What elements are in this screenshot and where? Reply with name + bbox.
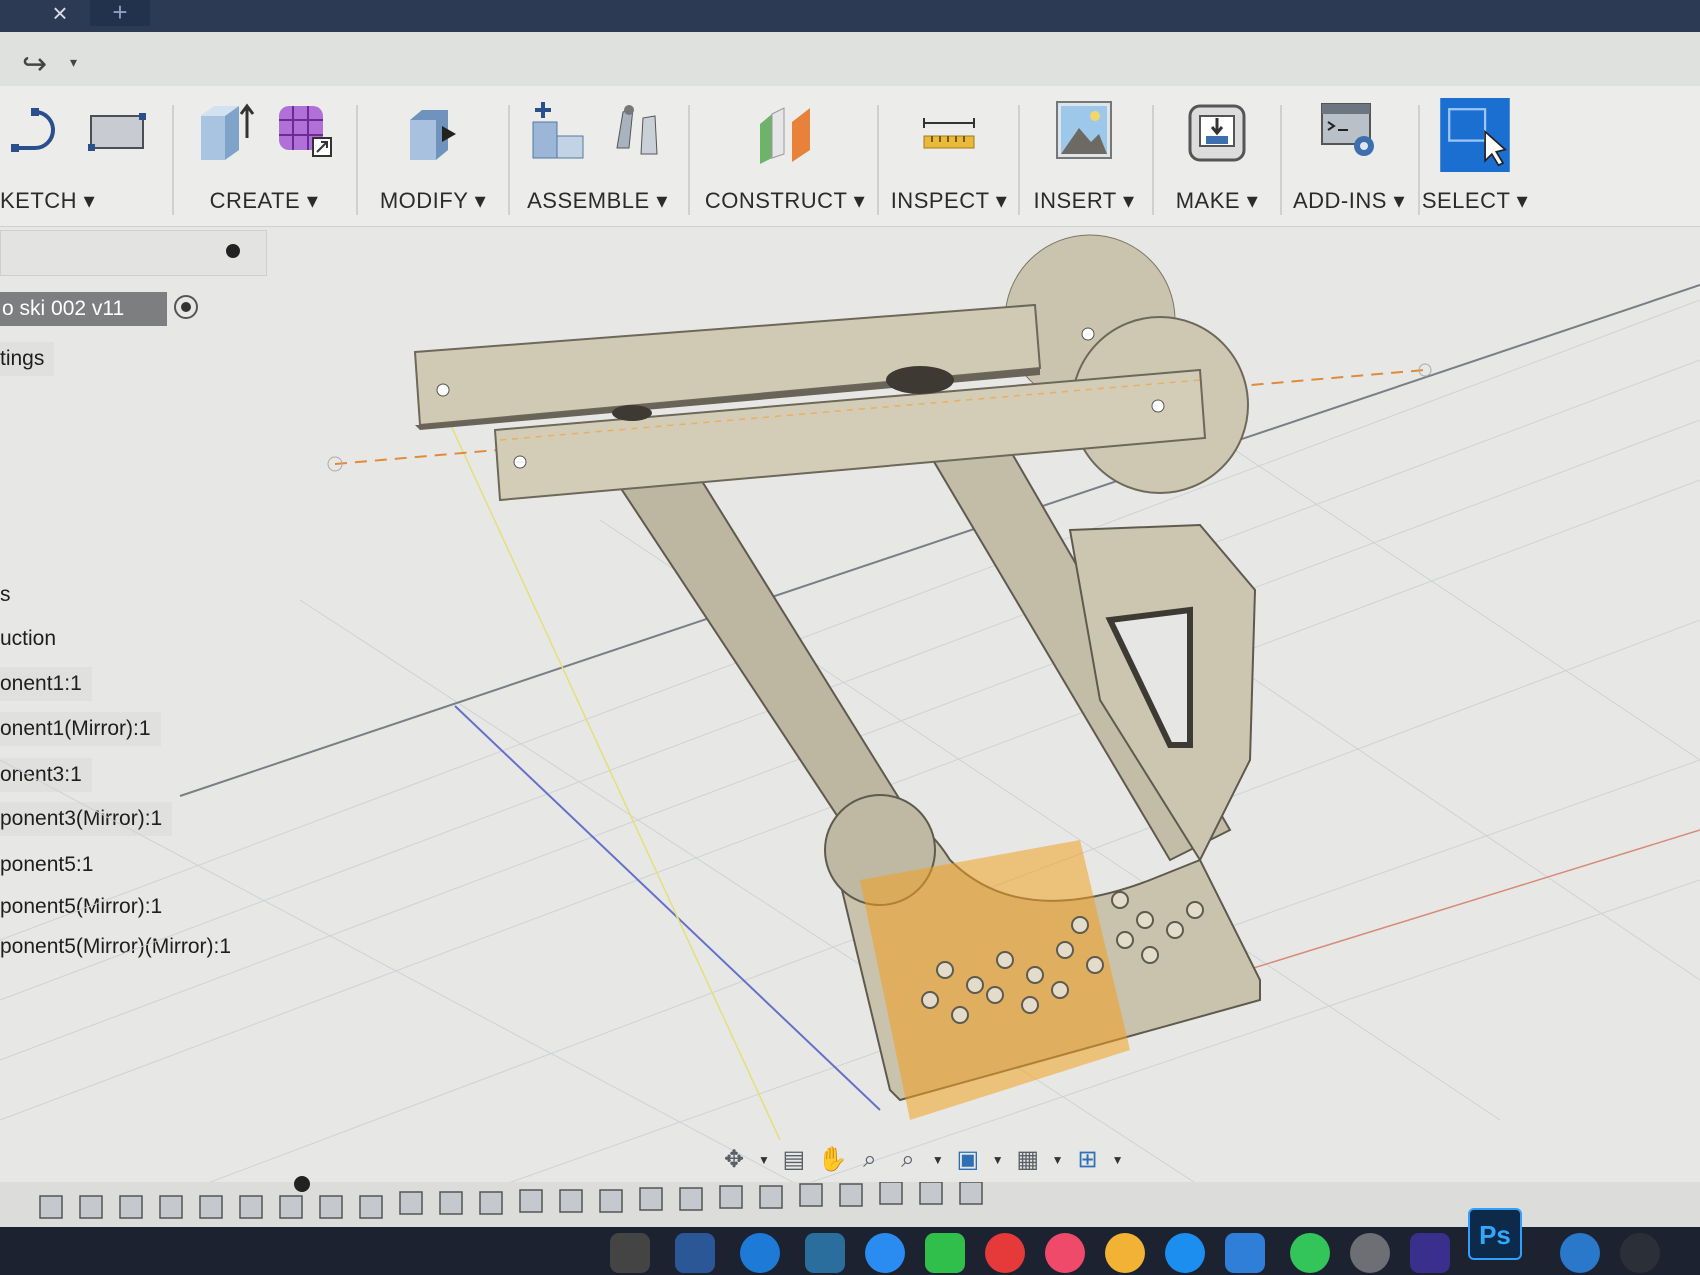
sketch-label: KETCH ▾ bbox=[0, 188, 96, 213]
select-label: SELECT ▾ bbox=[1421, 188, 1529, 213]
zoom-window-icon[interactable]: ⌕ bbox=[894, 1146, 922, 1174]
press-pull-icon[interactable] bbox=[402, 98, 464, 164]
3d-print-icon[interactable] bbox=[1186, 98, 1248, 164]
toolbar-divider bbox=[1018, 105, 1020, 215]
timeline-toggle-icon[interactable] bbox=[294, 1176, 310, 1192]
imovie-icon[interactable] bbox=[805, 1233, 845, 1273]
rectangle-sketch-icon[interactable] bbox=[87, 98, 149, 164]
3d-viewport[interactable] bbox=[0, 226, 1700, 1186]
news-icon[interactable] bbox=[985, 1233, 1025, 1273]
grid-dropdown-icon[interactable]: ▼ bbox=[1052, 1153, 1064, 1167]
timeline[interactable] bbox=[0, 1181, 1700, 1227]
new-tab-icon[interactable]: + bbox=[90, 0, 150, 26]
toolbar-divider bbox=[1152, 105, 1154, 215]
keynote-icon[interactable] bbox=[1225, 1233, 1265, 1273]
photos-icon[interactable] bbox=[1105, 1233, 1145, 1273]
timeline-features[interactable] bbox=[0, 1181, 1700, 1227]
lifter-model[interactable] bbox=[413, 234, 1261, 1120]
whatsapp-icon[interactable] bbox=[1290, 1233, 1330, 1273]
form-cage-icon[interactable] bbox=[273, 98, 335, 164]
modify-group[interactable]: MODIFY ▾ bbox=[364, 90, 502, 225]
toolbar-divider bbox=[356, 105, 358, 215]
redo-icon[interactable]: ↪ bbox=[22, 50, 62, 80]
display-dropdown-icon[interactable]: ▼ bbox=[992, 1153, 1004, 1167]
insert-label: INSERT ▾ bbox=[1033, 188, 1135, 213]
orbit-dropdown-icon[interactable]: ▼ bbox=[758, 1153, 770, 1167]
display-settings-icon[interactable]: ▣ bbox=[954, 1146, 982, 1174]
measure-icon[interactable] bbox=[918, 98, 980, 164]
finder-icon[interactable] bbox=[610, 1233, 650, 1273]
modify-label: MODIFY ▾ bbox=[379, 188, 487, 213]
toolbar-divider bbox=[877, 105, 879, 215]
assemble-label: ASSEMBLE ▾ bbox=[527, 188, 668, 213]
quicktime-icon[interactable] bbox=[1620, 1233, 1660, 1273]
inspect-group[interactable]: INSPECT ▾ bbox=[884, 90, 1014, 225]
close-tab-icon[interactable]: × bbox=[45, 0, 75, 26]
sketch-group[interactable]: KETCH ▾ bbox=[0, 90, 155, 225]
construct-group[interactable]: CONSTRUCT ▾ bbox=[700, 90, 870, 225]
toolbar-divider bbox=[172, 105, 174, 215]
system-preferences-icon[interactable] bbox=[1350, 1233, 1390, 1273]
viewports-dropdown-icon[interactable]: ▼ bbox=[1112, 1153, 1124, 1167]
onedrive-icon[interactable] bbox=[740, 1233, 780, 1273]
orbit-icon[interactable]: ✥ bbox=[720, 1146, 748, 1174]
new-component-icon[interactable] bbox=[527, 98, 589, 164]
toolbar-divider bbox=[508, 105, 510, 215]
offset-plane-icon[interactable] bbox=[754, 98, 816, 164]
insert-group[interactable]: INSERT ▾ bbox=[1024, 90, 1144, 225]
title-bar bbox=[0, 0, 1700, 32]
arc-sketch-icon[interactable] bbox=[7, 98, 69, 164]
insert-image-icon[interactable] bbox=[1053, 98, 1115, 164]
extrude-box-icon[interactable] bbox=[193, 98, 255, 164]
create-group[interactable]: CREATE ▾ bbox=[180, 90, 348, 225]
grid-icon[interactable]: ▦ bbox=[1014, 1146, 1042, 1174]
word-icon[interactable] bbox=[675, 1233, 715, 1273]
photoshop-icon[interactable]: Ps bbox=[1468, 1208, 1522, 1260]
app-store-icon[interactable] bbox=[1165, 1233, 1205, 1273]
pan-hand-icon[interactable]: ✋ bbox=[818, 1146, 848, 1174]
safari-icon[interactable] bbox=[1560, 1233, 1600, 1273]
navigation-bar: ✥ ▼ ▤ ✋ ⌕ ⌕ ▼ ▣ ▼ ▦ ▼ ⊞ ▼ bbox=[720, 1138, 1160, 1182]
create-label: CREATE ▾ bbox=[209, 188, 319, 213]
messages-icon[interactable] bbox=[865, 1233, 905, 1273]
select-group[interactable]: SELECT ▾ bbox=[1420, 90, 1530, 225]
z-axis-line bbox=[429, 379, 781, 1141]
inspect-label: INSPECT ▾ bbox=[890, 188, 1008, 213]
quick-access-bar bbox=[0, 32, 1700, 86]
construct-label: CONSTRUCT ▾ bbox=[704, 188, 866, 213]
make-label: MAKE ▾ bbox=[1175, 188, 1259, 213]
star-app-icon[interactable] bbox=[1410, 1233, 1450, 1273]
scripts-gear-icon[interactable] bbox=[1318, 98, 1380, 164]
addins-group[interactable]: ADD-INS ▾ bbox=[1284, 90, 1414, 225]
redo-dropdown-icon[interactable]: ▾ bbox=[70, 54, 77, 71]
viewports-icon[interactable]: ⊞ bbox=[1074, 1146, 1102, 1174]
zoom-icon[interactable]: ⌕ bbox=[856, 1146, 884, 1174]
select-cursor-icon[interactable] bbox=[1440, 98, 1510, 172]
facetime-icon[interactable] bbox=[925, 1233, 965, 1273]
addins-label: ADD-INS ▾ bbox=[1292, 188, 1406, 213]
toolbar-divider bbox=[688, 105, 690, 215]
zoom-dropdown-icon[interactable]: ▼ bbox=[932, 1153, 944, 1167]
make-group[interactable]: MAKE ▾ bbox=[1160, 90, 1274, 225]
look-at-icon[interactable]: ▤ bbox=[780, 1146, 808, 1174]
music-icon[interactable] bbox=[1045, 1233, 1085, 1273]
joint-icon[interactable] bbox=[607, 98, 669, 164]
toolbar-divider bbox=[1280, 105, 1282, 215]
assemble-group[interactable]: ASSEMBLE ▾ bbox=[515, 90, 680, 225]
